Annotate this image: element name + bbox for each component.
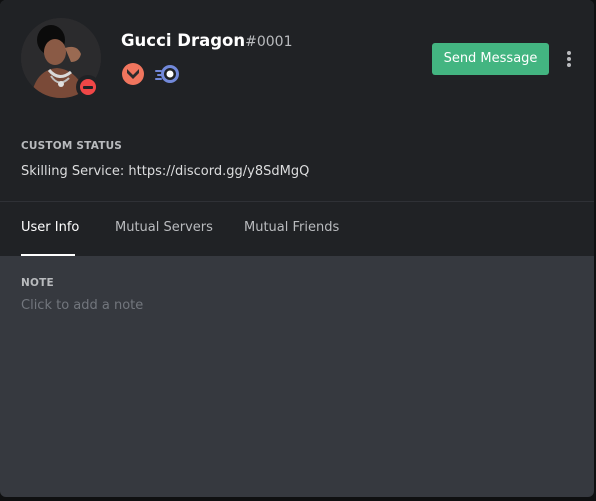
custom-status-label: CUSTOM STATUS bbox=[21, 140, 123, 152]
hypesquad-bravery-icon[interactable] bbox=[121, 62, 145, 86]
user-profile-modal: Gucci Dragon#0001 Send Message CUSTOM ST… bbox=[0, 0, 594, 497]
profile-header: Gucci Dragon#0001 Send Message CUSTOM ST… bbox=[0, 0, 594, 256]
early-supporter-icon[interactable] bbox=[155, 62, 181, 86]
tab-user-info[interactable]: User Info bbox=[21, 220, 79, 235]
note-label: NOTE bbox=[21, 277, 54, 289]
note-input[interactable]: Click to add a note bbox=[21, 298, 571, 313]
tab-mutual-friends[interactable]: Mutual Friends bbox=[244, 220, 339, 235]
tab-mutual-servers[interactable]: Mutual Servers bbox=[115, 220, 213, 235]
dnd-status-icon bbox=[76, 75, 100, 99]
custom-status-text: Skilling Service: https://discord.gg/y8S… bbox=[21, 164, 310, 179]
more-options-icon[interactable] bbox=[562, 48, 576, 70]
user-name-tag: Gucci Dragon#0001 bbox=[121, 31, 292, 50]
send-message-button[interactable]: Send Message bbox=[432, 43, 549, 75]
discriminator: #0001 bbox=[245, 34, 293, 50]
dnd-status-indicator bbox=[80, 79, 96, 95]
active-tab-indicator bbox=[21, 254, 75, 256]
username: Gucci Dragon bbox=[121, 31, 246, 50]
header-divider bbox=[0, 201, 594, 202]
